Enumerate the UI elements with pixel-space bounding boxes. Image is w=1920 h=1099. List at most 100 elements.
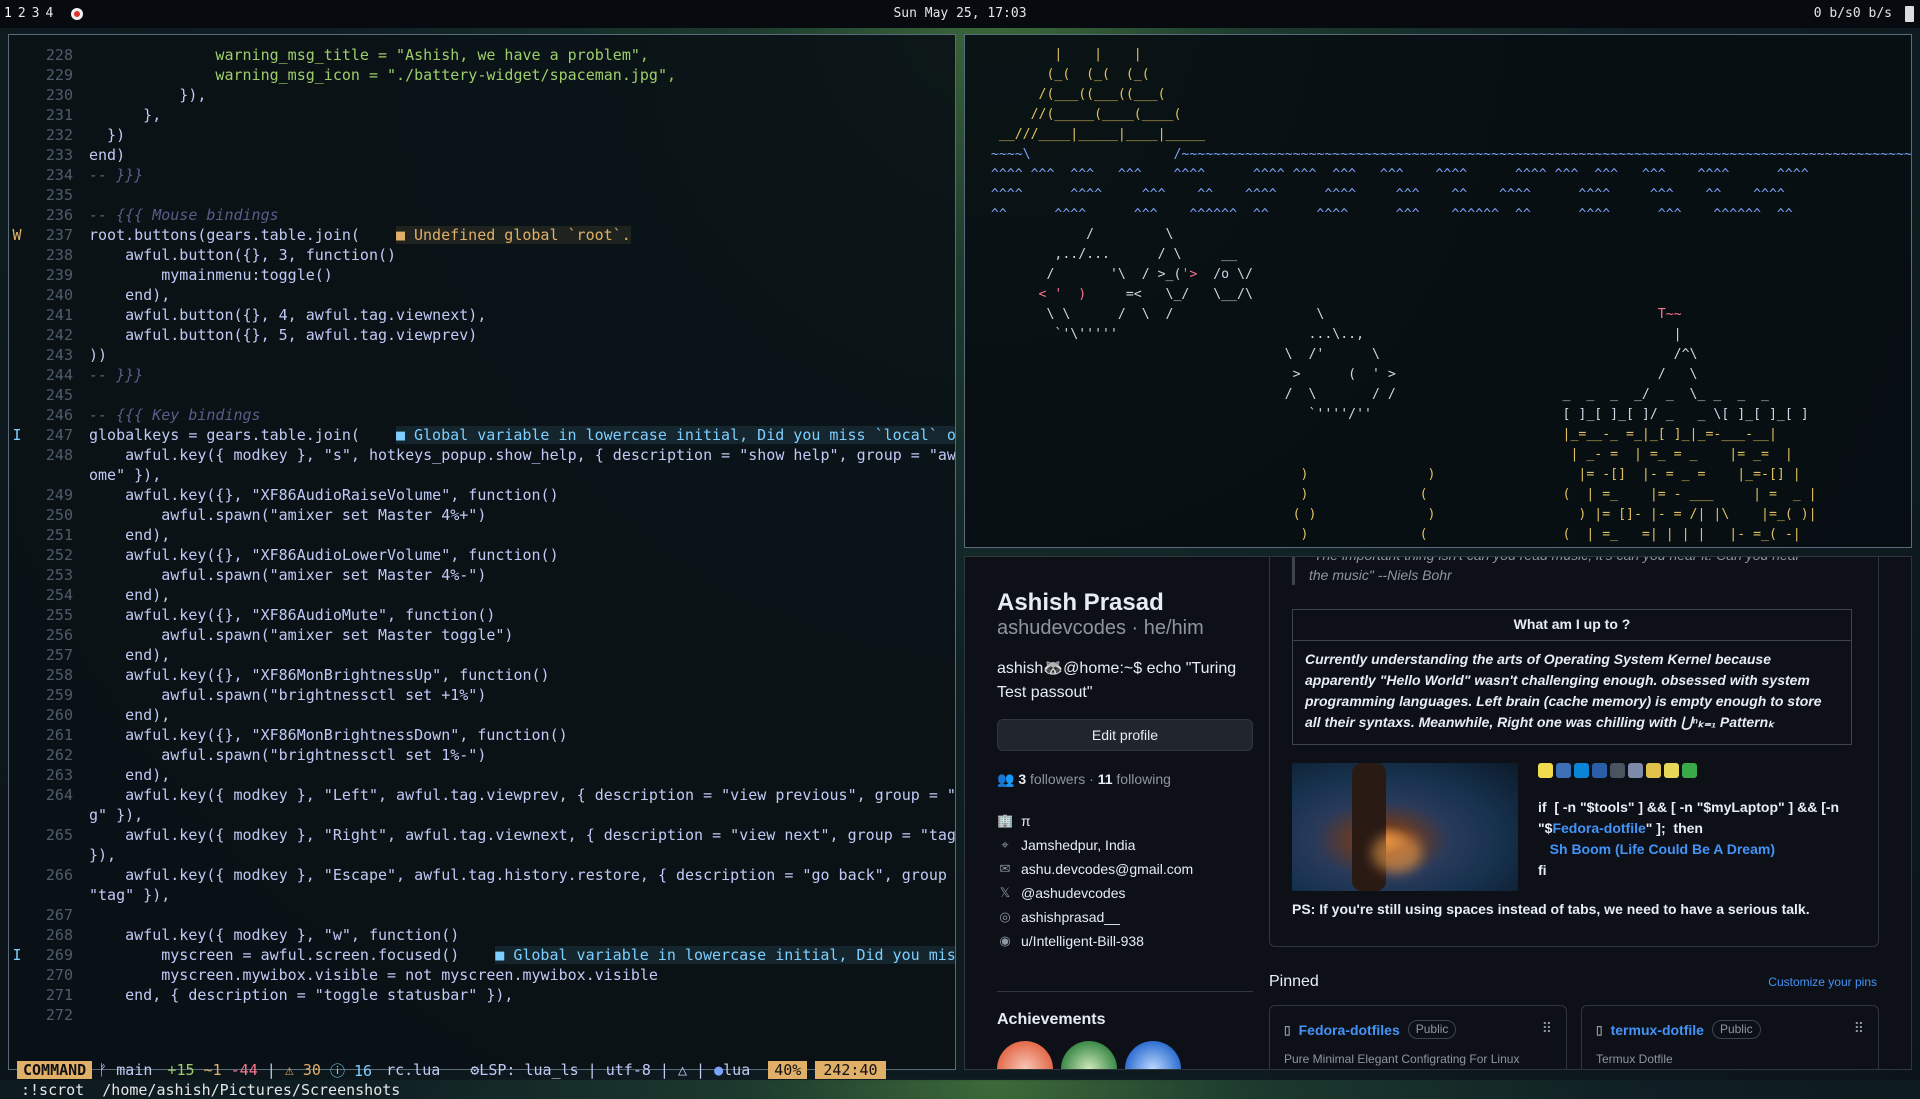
profile-detail[interactable]: ✉ ashu.devcodes@gmail.com (997, 861, 1194, 877)
code-line[interactable]: "tag" }), (9, 885, 955, 905)
code-line[interactable]: 233 end) (9, 145, 955, 165)
code-line[interactable]: 265 awful.key({ modkey }, "Right", awful… (9, 825, 955, 845)
line-code: awful.spawn("amixer set Master 4%+") (89, 506, 487, 524)
code-line[interactable]: 235 (9, 185, 955, 205)
line-text: awful.spawn("amixer set Master toggle") (89, 625, 955, 645)
code-line[interactable]: 239 mymainmenu:toggle() (9, 265, 955, 285)
following-label[interactable]: following (1116, 771, 1170, 787)
pinned-repo-name[interactable]: Fedora-dotfiles (1299, 1022, 1400, 1038)
achievement-badge-3[interactable] (1125, 1041, 1181, 1069)
diagnostic-sign (9, 905, 25, 925)
code-line[interactable]: 253 awful.spawn("amixer set Master 4%-") (9, 565, 955, 585)
code-line[interactable]: I 269 myscreen = awful.screen.focused() ■ … (9, 945, 955, 965)
code-line[interactable]: 228 warning_msg_title = "Ashish, we have… (9, 45, 955, 65)
code-line[interactable]: 229 warning_msg_icon = "./battery-widget… (9, 65, 955, 85)
ascii-row: /(___((___((___( (975, 85, 1911, 105)
pinned-repo-name[interactable]: termux-dotfile (1611, 1022, 1704, 1038)
achievement-badge-1[interactable] (997, 1041, 1053, 1069)
profile-detail[interactable]: ⌖ Jamshedpur, India (997, 837, 1135, 853)
line-number: 253 (45, 566, 73, 584)
code-line[interactable]: ome" }), (9, 465, 955, 485)
code-line[interactable]: 251 end), (9, 525, 955, 545)
line-code: -- {{{ Key bindings (89, 406, 261, 424)
code-line[interactable]: 238 awful.button({}, 3, function() (9, 245, 955, 265)
scroll-percent: 40% (768, 1061, 808, 1079)
code-buffer[interactable]: 228 warning_msg_title = "Ashish, we have… (9, 45, 955, 1025)
code-line[interactable]: 260 end), (9, 705, 955, 725)
ascii-art-terminal[interactable]: | | | (_( (_( (_( /(___((___((___( //(__… (964, 34, 1912, 548)
code-line[interactable]: 244 -- }}} (9, 365, 955, 385)
profile-detail[interactable]: 🏢 π (997, 813, 1031, 829)
profile-detail[interactable]: 𝕏 @ashudevcodes (997, 885, 1126, 901)
code-line[interactable]: 242 awful.button({}, 5, awful.tag.viewpr… (9, 325, 955, 345)
code-line[interactable]: 261 awful.key({}, "XF86MonBrightnessDown… (9, 725, 955, 745)
drag-handle-icon[interactable]: ⠿ (1542, 1020, 1552, 1037)
code-line[interactable]: 270 myscreen.mywibox.visible = not myscr… (9, 965, 955, 985)
shell-line-4: fi (1538, 862, 1547, 878)
line-code: globalkeys = gears.table.join( (89, 426, 360, 444)
profile-detail[interactable]: ◉ u/Intelligent-Bill-938 (997, 933, 1144, 949)
code-line[interactable]: 255 awful.key({}, "XF86AudioMute", funct… (9, 605, 955, 625)
drag-handle-icon[interactable]: ⠿ (1854, 1020, 1864, 1037)
code-line[interactable]: 250 awful.spawn("amixer set Master 4%+") (9, 505, 955, 525)
code-line[interactable]: 256 awful.spawn("amixer set Master toggl… (9, 625, 955, 645)
code-line[interactable]: 231 }, (9, 105, 955, 125)
code-line[interactable]: 266 awful.key({ modkey }, "Escape", awfu… (9, 865, 955, 885)
following-count[interactable]: 11 (1098, 771, 1113, 787)
achievement-badge-2[interactable] (1061, 1041, 1117, 1069)
pinned-repo-card[interactable]: ▯ termux-dotfile Public ⠿ Termux Dotfile (1581, 1005, 1879, 1069)
ascii-segment: \ /' \ /^\ (975, 347, 1698, 362)
people-icon: 👥 (997, 771, 1015, 787)
clock[interactable]: Sun May 25, 17:03 (0, 6, 1920, 21)
code-line[interactable]: 230 }), (9, 85, 955, 105)
code-line[interactable]: 245 (9, 385, 955, 405)
code-line[interactable]: I 247 globalkeys = gears.table.join(■ Glob… (9, 425, 955, 445)
neovim-editor[interactable]: 228 warning_msg_title = "Ashish, we have… (8, 34, 956, 1099)
ascii-segment: / '\ / >_( (975, 267, 1182, 282)
code-line[interactable]: g" }), (9, 805, 955, 825)
line-number: 265 (45, 826, 73, 844)
command-line[interactable]: :!scrot /home/ashish/Pictures/Screenshot… (21, 1081, 400, 1099)
code-line[interactable]: 259 awful.spawn("brightnessctl set +1%") (9, 685, 955, 705)
lsp-status-text: LSP: lua_ls (479, 1061, 579, 1079)
sh-boom-link[interactable]: Sh Boom (Life Could Be A Dream) (1550, 841, 1775, 857)
fedora-dotfile-link[interactable]: Fedora-dotfile (1552, 820, 1645, 836)
diagnostic-sign (9, 465, 25, 485)
code-line[interactable]: 248 awful.key({ modkey }, "s", hotkeys_p… (9, 445, 955, 465)
diagnostic-sign (9, 185, 25, 205)
code-line[interactable]: 262 awful.spawn("brightnessctl set 1%-") (9, 745, 955, 765)
code-line[interactable]: 258 awful.key({}, "XF86MonBrightnessUp",… (9, 665, 955, 685)
code-line[interactable]: 268 awful.key({ modkey }, "w", function(… (9, 925, 955, 945)
code-line[interactable]: 272 (9, 1005, 955, 1025)
code-line[interactable]: 267 (9, 905, 955, 925)
pinned-repo-card[interactable]: ▯ Fedora-dotfiles Public ⠿ Pure Minimal … (1269, 1005, 1567, 1069)
profile-detail[interactable]: ◎ ashishprasad__ (997, 909, 1120, 925)
code-line[interactable]: 241 awful.button({}, 4, awful.tag.viewne… (9, 305, 955, 325)
ascii-row: ( ) ) ) |= []- |- = /| |\ |=_( )| (975, 505, 1911, 525)
line-number: 270 (45, 966, 73, 984)
battery-icon[interactable] (1905, 6, 1914, 22)
code-line[interactable]: 234 -- }}} (9, 165, 955, 185)
code-line[interactable]: 240 end), (9, 285, 955, 305)
code-line[interactable]: 243)) (9, 345, 955, 365)
code-line[interactable]: 264 awful.key({ modkey }, "Left", awful.… (9, 785, 955, 805)
customize-pins-link[interactable]: Customize your pins (1768, 975, 1877, 989)
followers-label[interactable]: followers (1030, 771, 1085, 787)
code-line[interactable]: 271 end, { description = "toggle statusb… (9, 985, 955, 1005)
diagnostic-sign (9, 845, 25, 865)
code-line[interactable]: 257 end), (9, 645, 955, 665)
code-line[interactable]: 263 end), (9, 765, 955, 785)
code-line[interactable]: W 237 root.buttons(gears.table.join(■ Unde… (9, 225, 955, 245)
line-code: end), (89, 586, 171, 604)
line-code: awful.key({ modkey }, "Escape", awful.ta… (89, 866, 955, 884)
code-line[interactable]: 252 awful.key({}, "XF86AudioLowerVolume"… (9, 545, 955, 565)
code-line[interactable]: 236 -- {{{ Mouse bindings (9, 205, 955, 225)
followers-count[interactable]: 3 (1018, 771, 1026, 787)
code-line[interactable]: 249 awful.key({}, "XF86AudioRaiseVolume"… (9, 485, 955, 505)
code-line[interactable]: }), (9, 845, 955, 865)
github-profile-window[interactable]: Ashish Prasad ashudevcodes · he/him ashi… (964, 556, 1912, 1070)
edit-profile-button[interactable]: Edit profile (997, 719, 1253, 751)
code-line[interactable]: 232 }) (9, 125, 955, 145)
code-line[interactable]: 254 end), (9, 585, 955, 605)
code-line[interactable]: 246 -- {{{ Key bindings (9, 405, 955, 425)
